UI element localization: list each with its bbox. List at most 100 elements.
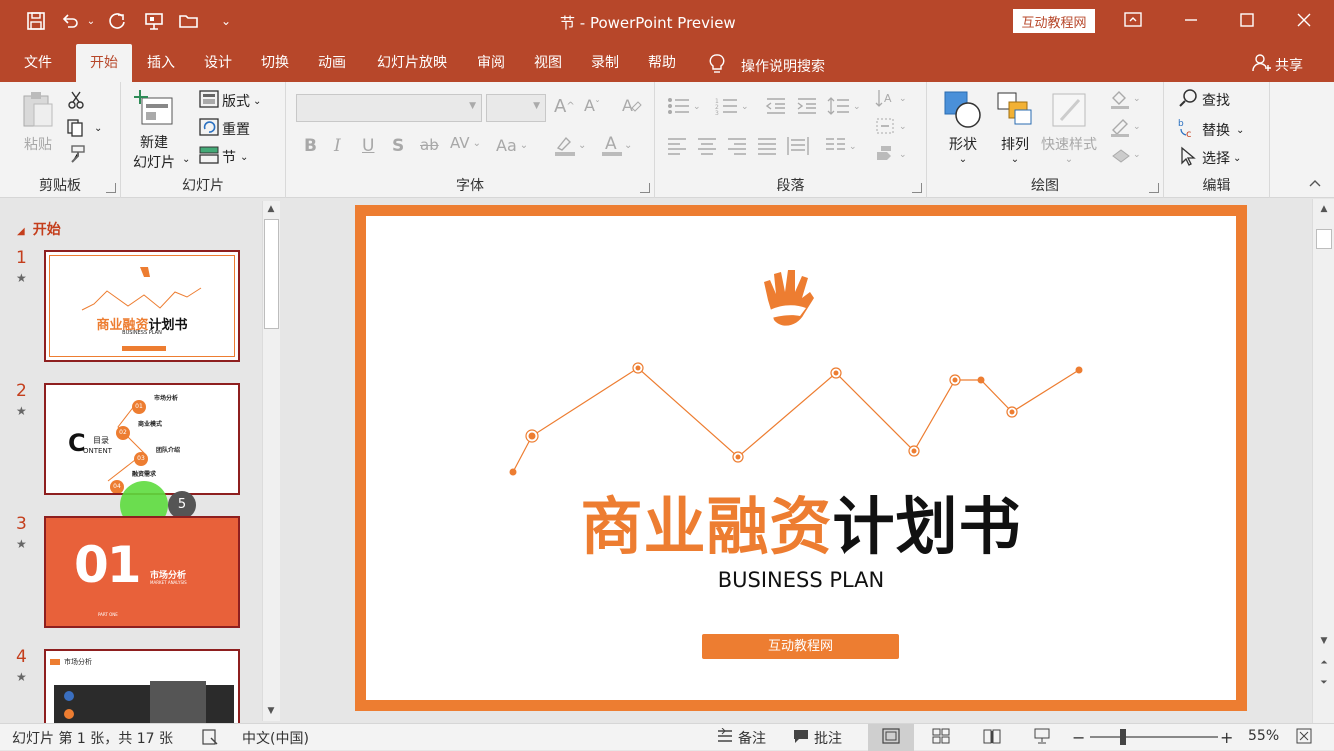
previous-slide-icon[interactable]: ⏶	[1316, 655, 1332, 671]
quick-styles-button[interactable]: 快速样式 ⌄	[1041, 90, 1097, 165]
scroll-up-icon[interactable]: ▲	[263, 201, 279, 217]
slide-brand-button[interactable]: 互动教程网	[702, 634, 899, 659]
undo-icon[interactable]	[58, 9, 82, 33]
slide-thumbnail-2[interactable]: C 目录 ONTENT 01 市场分析 02 商业模式 03 团队介绍 04 融…	[44, 383, 240, 495]
tab-design[interactable]: 设计	[195, 44, 241, 82]
replace-button[interactable]: bc 替换 ⌄	[1178, 117, 1244, 143]
zoom-slider-thumb[interactable]	[1120, 729, 1126, 745]
zoom-in-icon[interactable]: +	[1220, 728, 1233, 747]
layout-button[interactable]: 版式 ⌄	[199, 90, 261, 112]
cut-icon[interactable]	[66, 90, 86, 110]
notes-button[interactable]: 备注	[716, 727, 766, 748]
char-spacing-button[interactable]: AV ⌄	[450, 134, 481, 152]
arrange-button[interactable]: 排列 ⌄	[995, 90, 1035, 165]
tell-me-search[interactable]: 操作说明搜索	[707, 53, 825, 79]
close-icon[interactable]	[1276, 0, 1332, 40]
shapes-button[interactable]: 形状 ⌄	[943, 90, 983, 165]
thumbnail-scrollbar[interactable]: ▲ ▼	[262, 201, 280, 721]
new-slide-button[interactable]: 新建 幻灯片	[133, 90, 175, 172]
slideshow-icon[interactable]	[1033, 728, 1051, 744]
line-spacing-icon[interactable]: ⌄	[827, 96, 861, 116]
find-button[interactable]: 查找	[1178, 88, 1230, 112]
maximize-icon[interactable]	[1219, 0, 1275, 40]
comments-button[interactable]: 批注	[792, 728, 842, 748]
tab-review[interactable]: 审阅	[468, 44, 514, 82]
copy-icon[interactable]: ⌄	[66, 118, 102, 138]
underline-button[interactable]: U	[362, 136, 374, 156]
shadow-button[interactable]: S	[392, 136, 404, 156]
canvas-scroll-up-icon[interactable]: ▲	[1316, 201, 1332, 217]
change-case-button[interactable]: Aa ⌄	[496, 136, 528, 155]
share-button[interactable]: 共享	[1252, 53, 1303, 77]
scroll-down-icon[interactable]: ▼	[263, 703, 279, 719]
align-center-icon[interactable]	[697, 136, 717, 156]
slide-thumbnail-1[interactable]: 商业融资计划书 BUSINESS PLAN	[44, 250, 240, 362]
section-header[interactable]: ◢ 开始	[17, 219, 61, 239]
font-size-combo[interactable]: ▼	[486, 94, 546, 122]
normal-view-button[interactable]	[868, 724, 914, 751]
format-painter-icon[interactable]	[66, 144, 88, 166]
align-text-icon[interactable]: ⌄	[875, 116, 909, 138]
tab-help[interactable]: 帮助	[639, 44, 685, 82]
increase-indent-icon[interactable]	[796, 96, 818, 116]
numbering-icon[interactable]: 1 2 3 ⌄	[715, 96, 749, 116]
slide-thumbnail-4[interactable]: 市场分析	[44, 649, 240, 723]
canvas-scrollbar[interactable]: ▲ ▼ ⏶ ⏷	[1312, 199, 1334, 723]
columns-icon[interactable]: ⌄	[825, 136, 859, 156]
italic-button[interactable]: I	[334, 136, 341, 156]
reset-button[interactable]: 重置	[199, 118, 250, 140]
redo-icon[interactable]	[106, 9, 130, 33]
text-direction-icon[interactable]: A ⌄	[875, 88, 909, 110]
tab-slideshow[interactable]: 幻灯片放映	[367, 44, 457, 82]
tab-insert[interactable]: 插入	[138, 44, 184, 82]
shape-fill-icon[interactable]: ⌄	[1109, 88, 1143, 110]
highlight-icon[interactable]: ⌄	[552, 132, 586, 158]
undo-dropdown-icon[interactable]: ⌄	[84, 9, 98, 33]
current-slide[interactable]: 商业融资计划书 BUSINESS PLAN 互动教程网	[355, 205, 1247, 711]
tab-home[interactable]: 开始	[76, 44, 132, 82]
customize-qat-icon[interactable]: ⌄	[214, 9, 238, 33]
font-color-icon[interactable]: A ⌄	[600, 132, 632, 158]
font-launcher-icon[interactable]	[640, 183, 650, 193]
language-status[interactable]: 中文(中国)	[242, 728, 309, 748]
collapse-section-icon[interactable]: ◢	[17, 226, 25, 237]
save-icon[interactable]	[24, 9, 48, 33]
zoom-slider[interactable]	[1090, 736, 1218, 738]
open-folder-icon[interactable]	[177, 9, 201, 33]
next-slide-icon[interactable]: ⏷	[1316, 675, 1332, 691]
drawing-launcher-icon[interactable]	[1149, 183, 1159, 193]
bold-button[interactable]: B	[304, 136, 317, 156]
shape-effects-icon[interactable]: ⌄	[1109, 144, 1143, 166]
zoom-level[interactable]: 55%	[1248, 728, 1279, 744]
strikethrough-button[interactable]: ab	[420, 136, 439, 154]
paste-button[interactable]: 粘贴	[20, 90, 56, 154]
align-left-icon[interactable]	[667, 136, 687, 156]
paragraph-launcher-icon[interactable]	[912, 183, 922, 193]
zoom-out-icon[interactable]: −	[1072, 728, 1085, 747]
clipboard-launcher-icon[interactable]	[106, 183, 116, 193]
select-button[interactable]: 选择 ⌄	[1178, 146, 1241, 170]
reading-view-icon[interactable]	[983, 728, 1001, 744]
section-button[interactable]: 节 ⌄	[199, 146, 248, 168]
align-right-icon[interactable]	[727, 136, 747, 156]
tab-transitions[interactable]: 切换	[252, 44, 298, 82]
slide-sorter-icon[interactable]	[932, 728, 950, 744]
canvas-scroll-down-icon[interactable]: ▼	[1316, 633, 1332, 649]
ribbon-display-options-icon[interactable]	[1105, 0, 1161, 40]
tab-file[interactable]: 文件	[14, 44, 62, 82]
minimize-icon[interactable]	[1163, 0, 1219, 40]
new-slide-dropdown-icon[interactable]: ⌄	[182, 154, 190, 165]
accessibility-icon[interactable]	[201, 728, 219, 746]
grow-font-icon[interactable]: A ^	[554, 96, 575, 117]
fit-to-window-icon[interactable]	[1296, 728, 1312, 744]
slide-thumbnail-3[interactable]: 01 市场分析 MARKET ANALYSIS PART ONE	[44, 516, 240, 628]
smartart-icon[interactable]: ⌄	[875, 144, 909, 166]
scroll-thumb[interactable]	[264, 219, 279, 329]
tab-record[interactable]: 录制	[582, 44, 628, 82]
shrink-font-icon[interactable]: Aˇ	[584, 96, 600, 115]
shape-outline-icon[interactable]: ⌄	[1109, 116, 1143, 138]
tab-view[interactable]: 视图	[525, 44, 571, 82]
clear-formatting-icon[interactable]: A	[620, 94, 642, 116]
canvas-scroll-thumb[interactable]	[1316, 229, 1332, 249]
present-icon[interactable]	[142, 9, 166, 33]
